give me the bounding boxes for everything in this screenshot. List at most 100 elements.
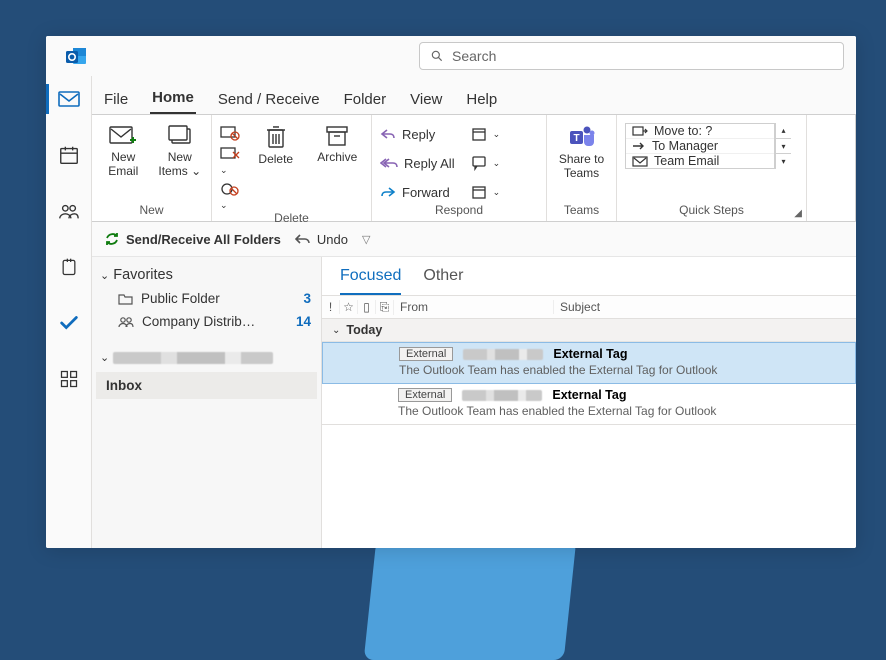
ribbon: New Email New Items ⌄ New ⌄ (92, 114, 856, 222)
tab-view[interactable]: View (408, 85, 444, 114)
undo-button[interactable]: Undo (295, 232, 348, 247)
col-from[interactable]: From (394, 300, 554, 314)
group-today[interactable]: ⌄ Today (322, 319, 856, 342)
message-row[interactable]: External External Tag The Outlook Team h… (322, 384, 856, 425)
share-teams-button[interactable]: T Share to Teams (556, 123, 608, 181)
cleanup-icon[interactable]: ⌄ (220, 146, 240, 176)
archive-label: Archive (317, 151, 357, 165)
col-attachment-icon[interactable]: ⎘ (376, 300, 394, 315)
external-tag: External (398, 388, 452, 402)
favorites-label: Favorites (113, 267, 173, 283)
ignore-icon[interactable] (220, 125, 240, 141)
rail-notes[interactable] (46, 250, 92, 284)
outlook-window: Search File (46, 36, 856, 548)
reply-label: Reply (402, 127, 435, 142)
focused-other-tabs: Focused Other (322, 257, 856, 295)
qs-team-email[interactable]: Team Email (626, 154, 774, 168)
group-teams-label: Teams (555, 203, 608, 219)
list-column-headers[interactable]: ! ☆ ▯ ⎘ From Subject (322, 295, 856, 319)
folder-inbox[interactable]: Inbox (96, 372, 317, 399)
rail-todo[interactable] (46, 306, 92, 340)
col-icon[interactable]: ▯ (358, 300, 376, 314)
qat-customize[interactable]: ▽ (362, 233, 370, 246)
qs-move-to-label: Move to: ? (654, 124, 712, 138)
meeting-button[interactable]: ⌄ (471, 123, 501, 145)
sender-redacted (462, 390, 542, 401)
reply-all-button[interactable]: Reply All (380, 152, 455, 174)
tab-sendreceive[interactable]: Send / Receive (216, 85, 322, 114)
search-icon (430, 49, 444, 63)
rail-calendar[interactable] (46, 138, 92, 172)
group-respond-label: Respond (380, 203, 538, 219)
forward-button[interactable]: Forward (380, 181, 455, 203)
company-distrib-count: 14 (296, 314, 311, 329)
account-name-redacted (113, 352, 273, 364)
reply-button[interactable]: Reply (380, 123, 455, 145)
tab-home[interactable]: Home (150, 83, 196, 114)
dialog-launcher-icon[interactable]: ◢ (794, 208, 802, 219)
sender-redacted (463, 349, 543, 360)
forward-label: Forward (402, 185, 450, 200)
external-tag: External (399, 347, 453, 361)
message-list-pane: Focused Other ! ☆ ▯ ⎘ From Subject ⌄ Tod… (322, 257, 856, 548)
new-email-button[interactable]: New Email (100, 123, 147, 179)
favorites-header[interactable]: ⌄ Favorites (96, 263, 317, 287)
account-header[interactable]: ⌄ (96, 347, 317, 368)
quick-steps-gallery[interactable]: Move to: ? To Manager Team Email (625, 123, 775, 169)
chevron-down-icon: ⌄ (191, 164, 201, 178)
chevron-down-icon[interactable]: ▾ (776, 139, 791, 155)
group-quicksteps-label: Quick Steps (625, 203, 798, 219)
send-receive-all-button[interactable]: Send/Receive All Folders (104, 231, 281, 247)
qs-to-manager[interactable]: To Manager (626, 139, 774, 154)
group-new-label: New (100, 203, 203, 219)
rail-people[interactable] (46, 194, 92, 228)
search-placeholder: Search (452, 48, 496, 64)
qs-team-email-label: Team Email (654, 154, 719, 168)
inbox-label: Inbox (106, 378, 142, 393)
share-teams-label: Share to Teams (559, 153, 604, 181)
message-row[interactable]: External External Tag The Outlook Team h… (322, 342, 856, 384)
ribbon-tabs: File Home Send / Receive Folder View Hel… (92, 76, 856, 114)
reply-all-label: Reply All (404, 156, 455, 171)
tab-help[interactable]: Help (464, 85, 499, 114)
quick-access-toolbar: Send/Receive All Folders Undo ▽ (92, 222, 856, 256)
chevron-down-icon: ⌄ (100, 269, 109, 282)
message-preview: The Outlook Team has enabled the Externa… (398, 404, 846, 418)
tab-other[interactable]: Other (423, 267, 463, 295)
rail-more-apps[interactable] (46, 362, 92, 396)
public-folder-count: 3 (303, 291, 311, 306)
message-preview: The Outlook Team has enabled the Externa… (399, 363, 845, 377)
im-button[interactable]: ⌄ (471, 152, 501, 174)
tab-focused[interactable]: Focused (340, 267, 401, 295)
qs-expand-icon[interactable]: ▾ (776, 154, 791, 169)
new-items-label: New Items (158, 150, 191, 178)
delete-button[interactable]: Delete (250, 123, 302, 167)
chevron-up-icon[interactable]: ▴ (776, 123, 791, 139)
navigation-rail (46, 76, 92, 548)
col-reminder-icon[interactable]: ☆ (340, 300, 358, 314)
qs-to-manager-label: To Manager (652, 139, 718, 153)
new-email-label: New Email (108, 151, 138, 179)
new-items-button[interactable]: New Items ⌄ (157, 123, 204, 179)
message-subject: External Tag (553, 347, 627, 361)
junk-icon[interactable]: ⌄ (220, 181, 240, 211)
group-today-label: Today (346, 323, 382, 337)
folder-public-folder[interactable]: Public Folder 3 (96, 287, 317, 310)
archive-button[interactable]: Archive (312, 123, 364, 165)
tab-file[interactable]: File (102, 85, 130, 114)
col-importance-icon[interactable]: ! (322, 300, 340, 314)
rail-mail[interactable] (46, 82, 92, 116)
public-folder-label: Public Folder (141, 291, 220, 306)
qs-move-to[interactable]: Move to: ? (626, 124, 774, 139)
folder-company-distrib[interactable]: Company Distrib… 14 (96, 310, 317, 333)
more-respond-button[interactable]: ⌄ (471, 181, 501, 203)
chevron-down-icon: ⌄ (100, 351, 109, 364)
search-input[interactable]: Search (419, 42, 844, 70)
desktop-decoration (364, 540, 577, 660)
tab-folder[interactable]: Folder (342, 85, 389, 114)
company-distrib-label: Company Distrib… (142, 314, 255, 329)
qs-scroll-arrows[interactable]: ▴ ▾ ▾ (775, 123, 791, 169)
folder-pane: ⌄ Favorites Public Folder 3 Company (92, 257, 322, 548)
chevron-down-icon: ⌄ (332, 325, 340, 336)
col-subject[interactable]: Subject (554, 300, 856, 314)
